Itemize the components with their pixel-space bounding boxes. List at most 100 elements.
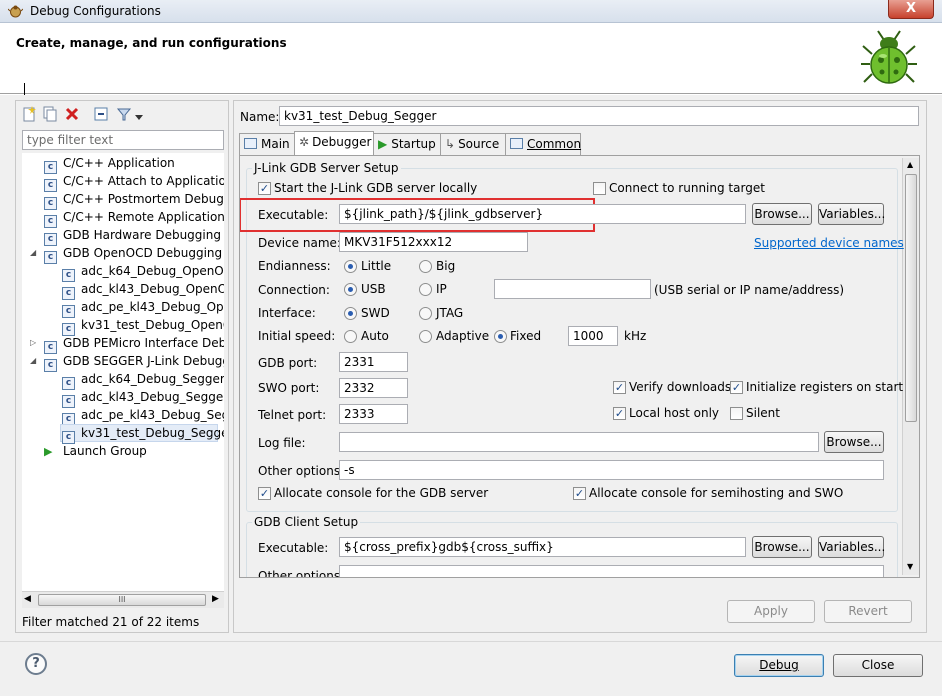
tree-item[interactable]: ckv31_test_Debug_OpenOCD (22, 316, 224, 336)
conn-usb-radio[interactable] (344, 283, 357, 296)
endian-big-radio[interactable] (419, 260, 432, 273)
title-bar: Debug Configurations X (0, 0, 942, 23)
vertical-scroll-thumb[interactable] (905, 174, 917, 422)
expanded-arrow-icon[interactable]: ◢ (30, 244, 36, 262)
init-registers-checkbox[interactable]: ✓ (730, 381, 743, 394)
tree-item[interactable]: c C/C++ Remote Application (22, 208, 224, 228)
scroll-right-icon[interactable]: ▶ (212, 594, 219, 604)
scroll-thumb[interactable]: III (38, 594, 206, 606)
tree-item-label: adc_k64_Debug_Segger (81, 372, 224, 386)
tree-item[interactable]: c GDB Hardware Debugging (22, 226, 224, 246)
horizontal-scrollbar[interactable]: ◀ III ▶ (22, 591, 224, 608)
speed-fixed-radio[interactable] (494, 330, 507, 343)
log-file-field[interactable] (339, 432, 819, 452)
tab-common[interactable]: Common (505, 133, 581, 155)
conn-ip-radio[interactable] (419, 283, 432, 296)
swo-port-label: SWO port: (258, 381, 320, 395)
connection-address-field[interactable] (494, 279, 651, 299)
filter-input[interactable]: type filter text (22, 130, 224, 150)
close-button[interactable]: Close (833, 654, 923, 677)
tree-item[interactable]: cC/C++ Postmortem Debugger (22, 190, 224, 210)
start-server-checkbox[interactable]: ✓ (258, 182, 271, 195)
tree-item[interactable]: c adc_k64_Debug_Segger (22, 370, 224, 390)
gdb-port-label: GDB port: (258, 356, 318, 370)
client-other-options-field[interactable] (339, 565, 884, 577)
debug-button[interactable]: Debug (734, 654, 824, 677)
device-name-field[interactable]: MKV31F512xxx12 (339, 232, 528, 252)
start-server-label: Start the J-Link GDB server locally (274, 181, 478, 195)
tree-item[interactable]: ◢ c GDB OpenOCD Debugging (22, 244, 224, 264)
config-editor: Name: kv31_test_Debug_Segger Main ✲ Debug… (233, 100, 927, 633)
supported-devices-link[interactable]: Supported device names (754, 236, 904, 250)
delete-icon[interactable] (65, 106, 79, 122)
help-icon[interactable]: ? (25, 653, 47, 675)
tree-item-label: adc_pe_kl43_Debug_OpenOCD (81, 300, 224, 314)
log-browse-button[interactable]: Browse... (824, 431, 884, 453)
server-browse-button[interactable]: Browse... (752, 203, 812, 225)
alloc-console-semi-label: Allocate console for semihosting and SWO (589, 486, 844, 500)
verify-downloads-checkbox[interactable]: ✓ (613, 381, 626, 394)
tree-item[interactable]: c adc_kl43_Debug_Segger (22, 388, 224, 408)
app-bug-icon (7, 4, 24, 19)
name-field[interactable]: kv31_test_Debug_Segger (279, 106, 919, 126)
speed-adaptive-radio[interactable] (419, 330, 432, 343)
device-name-label: Device name: (258, 236, 341, 250)
silent-checkbox[interactable] (730, 407, 743, 420)
tree-item[interactable]: cadc_kl43_Debug_OpenOCD (22, 280, 224, 300)
tree-item[interactable]: ▶ Launch Group (22, 442, 224, 460)
debug-bug-icon (860, 28, 918, 88)
speed-auto-radio[interactable] (344, 330, 357, 343)
telnet-port-field[interactable]: 2333 (339, 404, 408, 424)
endian-little-radio[interactable] (344, 260, 357, 273)
scroll-down-icon[interactable]: ▼ (907, 562, 913, 571)
server-executable-field[interactable]: ${jlink_path}/${jlink_gdbserver} (339, 204, 746, 224)
endianness-label: Endianness: (258, 259, 331, 273)
close-window-button[interactable]: X (888, 0, 934, 19)
tab-source[interactable]: ↳ Source (440, 133, 506, 155)
scroll-up-icon[interactable]: ▲ (907, 160, 913, 169)
client-executable-field[interactable]: ${cross_prefix}gdb${cross_suffix} (339, 537, 746, 557)
alloc-console-gdb-checkbox[interactable]: ✓ (258, 487, 271, 500)
speed-auto-label: Auto (361, 329, 389, 343)
expanded-arrow-icon[interactable]: ◢ (30, 352, 36, 370)
tree-item-label: adc_pe_kl43_Debug_Segger (81, 408, 224, 422)
tab-debugger[interactable]: ✲ Debugger (294, 131, 374, 155)
server-executable-label: Executable: (258, 208, 329, 222)
collapsed-arrow-icon[interactable]: ▷ (30, 334, 36, 352)
tab-startup[interactable]: ▶ Startup (373, 133, 441, 155)
if-swd-radio[interactable] (344, 307, 357, 320)
tree-item[interactable]: c kv31_test_Debug_Segger (22, 424, 224, 444)
tree-item[interactable]: cadc_pe_kl43_Debug_Segger (22, 406, 224, 426)
vertical-scrollbar[interactable]: ▲ ▼ (902, 158, 919, 575)
new-config-icon[interactable] (23, 106, 37, 122)
tree-item[interactable]: cadc_k64_Debug_OpenOCD (22, 262, 224, 282)
tree-item[interactable]: ◢cGDB SEGGER J-Link Debugging (22, 352, 224, 372)
collapse-all-icon[interactable] (94, 106, 108, 122)
duplicate-icon[interactable] (43, 106, 57, 122)
revert-button[interactable]: Revert (824, 600, 912, 623)
scroll-left-icon[interactable]: ◀ (24, 594, 31, 604)
gdb-port-field[interactable]: 2331 (339, 352, 408, 372)
speed-unit: kHz (624, 329, 647, 343)
tree-item[interactable]: cadc_pe_kl43_Debug_OpenOCD (22, 298, 224, 318)
tab-main[interactable]: Main (239, 133, 295, 155)
apply-button[interactable]: Apply (727, 600, 815, 623)
tree-item[interactable]: ▷cGDB PEMicro Interface Debugging (22, 334, 224, 354)
if-jtag-radio[interactable] (419, 307, 432, 320)
client-variables-button[interactable]: Variables... (818, 536, 885, 558)
speed-value-field[interactable]: 1000 (568, 326, 618, 346)
other-options-field[interactable]: -s (339, 460, 884, 480)
source-tab-icon: ↳ (445, 137, 456, 151)
alloc-console-semi-checkbox[interactable]: ✓ (573, 487, 586, 500)
server-variables-button[interactable]: Variables... (818, 203, 885, 225)
client-browse-button[interactable]: Browse... (752, 536, 812, 558)
tree-item[interactable]: c C/C++ Attach to Application (22, 172, 224, 192)
connect-running-checkbox[interactable] (593, 182, 606, 195)
tree-item[interactable]: c C/C++ Application (22, 154, 224, 174)
swo-port-field[interactable]: 2332 (339, 378, 408, 398)
view-menu-chevron-down-icon[interactable] (135, 110, 143, 120)
alloc-console-gdb-label: Allocate console for the GDB server (274, 486, 489, 500)
filter-icon[interactable] (116, 106, 132, 122)
tree-item-label: C/C++ Application (63, 156, 175, 170)
local-host-only-checkbox[interactable]: ✓ (613, 407, 626, 420)
